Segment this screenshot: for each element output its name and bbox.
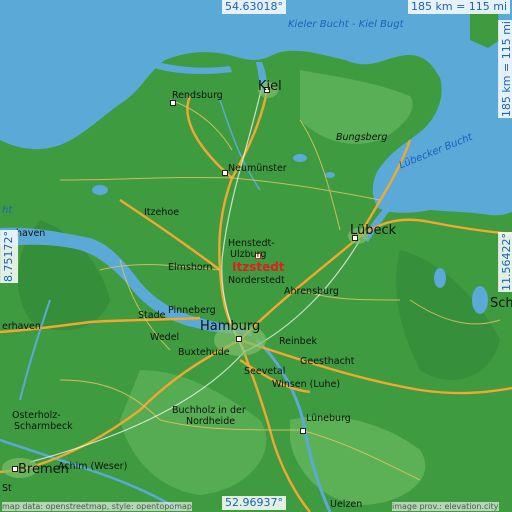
place-label-lubeck: Lübeck bbox=[350, 223, 397, 238]
city-marker-luneburg bbox=[300, 428, 306, 434]
place-label-reinbek: Reinbek bbox=[279, 336, 318, 347]
water-label-kiel-bay: Kieler Bucht - Kiel Bugt bbox=[288, 19, 404, 30]
place-label-nordheide: Nordheide bbox=[186, 416, 236, 427]
city-marker-hamburg bbox=[236, 336, 242, 342]
place-label-ulzburg: Ulzburg bbox=[230, 249, 267, 260]
place-label-ahrensburg: Ahrensburg bbox=[284, 286, 339, 297]
place-label-buchholz: Buchholz in der bbox=[172, 405, 246, 416]
place-label-buxtehude: Buxtehude bbox=[178, 347, 230, 358]
place-label-erhaven: erhaven bbox=[2, 321, 41, 332]
coord-top-latitude: 54.63018° bbox=[222, 0, 286, 15]
place-label-scharmbeck: Scharmbeck bbox=[14, 421, 73, 432]
place-label-seevetal: Seevetal bbox=[244, 366, 286, 377]
place-label-hamburg: Hamburg bbox=[200, 319, 261, 334]
place-label-elmshorn: Elmshorn bbox=[168, 262, 213, 273]
highlighted-place-label[interactable]: Itzstedt bbox=[232, 261, 285, 273]
place-label-achim: Achim (Weser) bbox=[58, 461, 128, 472]
place-label-stade: Stade bbox=[138, 310, 166, 321]
place-label-norderstedt: Norderstedt bbox=[228, 275, 285, 286]
place-label-itzehoe: Itzehoe bbox=[144, 207, 180, 218]
place-label-uelzen: Uelzen bbox=[330, 499, 363, 510]
place-label-schw: Sch bbox=[490, 296, 512, 311]
attribution-left: map data: openstreetmap, style: opentopo… bbox=[2, 502, 192, 511]
place-label-henstedt: Henstedt- bbox=[228, 238, 275, 249]
place-label-neumunster: Neumünster bbox=[228, 163, 287, 174]
place-label-winsen: Winsen (Luhe) bbox=[272, 379, 341, 390]
place-label-osterholz: Osterholz- bbox=[12, 410, 61, 421]
place-label-bungsberg: Bungsberg bbox=[336, 132, 388, 143]
place-label-kiel: Kiel bbox=[258, 79, 282, 94]
coord-right-longitude: 11.56422° bbox=[498, 232, 512, 292]
map-canvas[interactable]: Kieler Bucht - Kiel Bugt Lübecker Bucht … bbox=[0, 0, 512, 512]
water-label-left: ht bbox=[2, 205, 13, 216]
place-label-rendsburg: Rendsburg bbox=[172, 90, 223, 101]
coord-left-longitude: 8.75172° bbox=[0, 230, 19, 283]
island bbox=[470, 10, 500, 48]
place-label-geesthacht: Geesthacht bbox=[300, 356, 355, 367]
scale-top: 185 km = 115 mi bbox=[408, 0, 511, 15]
coord-bottom-latitude: 52.96937° bbox=[222, 496, 286, 511]
place-label-pinneberg: Pinneberg bbox=[168, 305, 216, 316]
place-label-haven: haven bbox=[16, 228, 46, 239]
attribution-right: image prov.: elevation.city bbox=[392, 502, 499, 511]
place-label-luneburg: Lüneburg bbox=[306, 413, 351, 424]
place-label-st: St bbox=[2, 483, 12, 494]
scale-right: 185 km = 115 mi bbox=[498, 20, 512, 119]
place-label-wedel: Wedel bbox=[150, 332, 180, 343]
